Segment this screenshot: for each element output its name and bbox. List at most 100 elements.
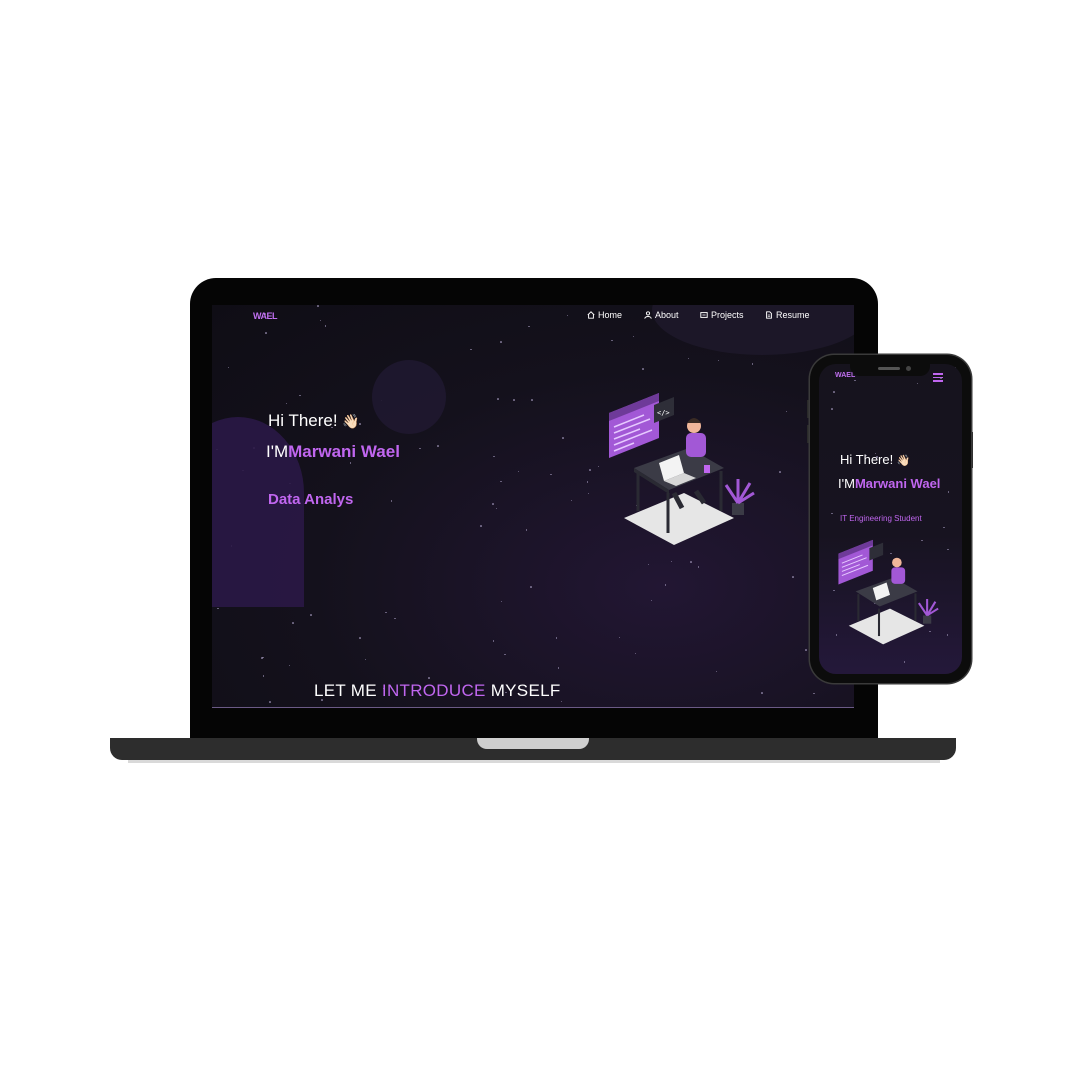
nav-resume-label: Resume [776, 310, 810, 320]
developer-illustration: </> [609, 393, 755, 545]
hamburger-menu-icon[interactable] [933, 373, 943, 382]
background-blob [372, 360, 446, 434]
star [690, 561, 692, 563]
star [566, 314, 569, 317]
star [664, 584, 667, 586]
star [916, 382, 919, 385]
star [697, 566, 700, 568]
star [324, 325, 327, 327]
im-prefix: I'M [838, 476, 855, 491]
star [955, 366, 957, 368]
star [364, 658, 367, 661]
star [292, 622, 294, 624]
plant [724, 479, 755, 515]
star [555, 637, 558, 639]
star [785, 410, 788, 413]
star [611, 339, 613, 342]
star [634, 652, 637, 655]
person-name: Marwani Wael [288, 442, 400, 461]
laptop-base-shadow [128, 760, 940, 763]
star [792, 576, 794, 578]
star [359, 637, 361, 639]
intro-heading: LET ME INTRODUCE MYSELF [314, 681, 561, 701]
intro-part2: MYSELF [485, 681, 561, 700]
star [480, 525, 482, 527]
phone-camera [906, 366, 911, 371]
star [779, 471, 781, 473]
star [670, 560, 673, 563]
star [947, 491, 950, 493]
star [687, 357, 690, 360]
star [385, 611, 387, 614]
star [227, 366, 230, 369]
star [492, 640, 495, 642]
star [761, 692, 763, 694]
star [470, 348, 472, 351]
star [587, 492, 590, 495]
star [946, 634, 949, 636]
star [831, 408, 833, 410]
star [437, 445, 439, 447]
wave-icon: 👋🏻 [342, 413, 360, 429]
site-logo[interactable]: WAEL [253, 311, 278, 321]
phone-screen: WAEL Hi There! 👋🏻 I'MMarwani Wael IT Eng… [819, 364, 962, 674]
star [618, 636, 620, 639]
star [269, 701, 271, 703]
nav-resume[interactable]: Resume [765, 310, 810, 320]
star [570, 499, 573, 502]
star [492, 503, 494, 505]
star [495, 507, 498, 510]
star [550, 473, 552, 476]
star [562, 437, 564, 439]
star [642, 368, 644, 370]
star [805, 649, 807, 651]
im-prefix: I'M [266, 442, 289, 461]
name-heading: I'MMarwani Wael [838, 476, 940, 491]
star [497, 398, 499, 400]
projects-icon [700, 312, 708, 318]
star [586, 481, 589, 483]
star [317, 305, 319, 307]
star [310, 614, 312, 616]
nav-projects-label: Projects [711, 310, 744, 320]
star [589, 469, 591, 471]
star [500, 480, 502, 483]
greeting: Hi There! 👋🏻 [840, 452, 911, 467]
star [288, 664, 291, 667]
star [504, 653, 506, 656]
wave-icon: 👋🏻 [896, 455, 911, 467]
star [319, 319, 322, 322]
greeting-text: Hi There! [840, 452, 894, 467]
star [394, 617, 396, 619]
star [528, 325, 530, 328]
greeting-text: Hi There! [268, 411, 338, 430]
nav-about[interactable]: About [644, 310, 679, 320]
nav-home[interactable]: Home [587, 310, 622, 320]
star [390, 500, 393, 502]
star [217, 607, 219, 609]
star [903, 661, 906, 663]
star [650, 599, 653, 602]
star [285, 402, 288, 405]
intro-part1: LET ME [314, 681, 382, 700]
name-heading: I'MMarwani Wael [266, 442, 400, 462]
star [493, 455, 495, 458]
star [813, 692, 815, 695]
star [530, 586, 532, 588]
typewriter-role: Data Analys [268, 491, 354, 508]
star [299, 394, 301, 397]
star [597, 465, 600, 468]
laptop-screen: WAEL Home About Projects Resume Hi There… [212, 305, 854, 708]
star [262, 675, 265, 677]
star [525, 529, 528, 531]
person-name: Marwani Wael [854, 476, 941, 491]
svg-text:</>: </> [657, 409, 670, 417]
star [428, 677, 430, 679]
nav-projects[interactable]: Projects [700, 310, 744, 320]
home-icon [587, 311, 595, 319]
background-blob [652, 305, 854, 355]
star [265, 332, 267, 334]
star [517, 470, 520, 473]
code-window: </> [609, 393, 674, 458]
developer-illustration [838, 539, 939, 645]
